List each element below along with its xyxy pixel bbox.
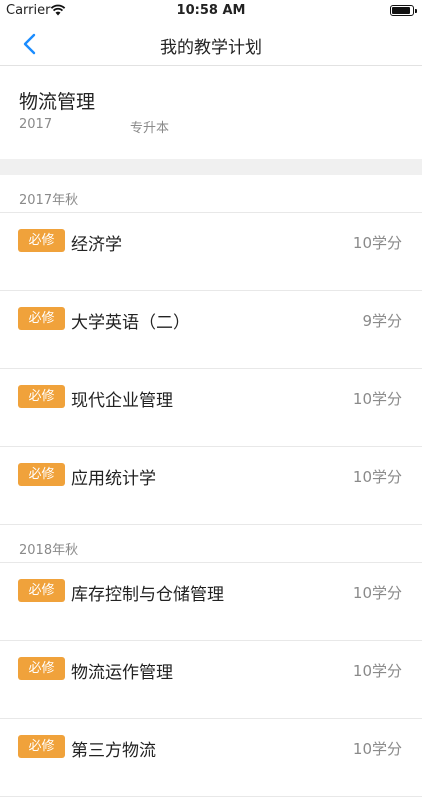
required-badge: 必修: [18, 657, 65, 680]
navigation-bar: 我的教学计划: [0, 22, 422, 66]
course-list: 2017年秋 必修 经济学 10学分 必修 大学英语（二） 9学分 必修 现代企…: [0, 175, 422, 797]
required-badge: 必修: [18, 385, 65, 408]
status-bar: Carrier 10:58 AM: [0, 0, 422, 22]
course-name: 经济学: [71, 235, 122, 255]
required-badge: 必修: [18, 579, 65, 602]
course-credits: 9学分: [362, 312, 402, 330]
course-credits: 10学分: [352, 740, 402, 758]
clock: 10:58 AM: [176, 3, 246, 18]
course-name: 物流运作管理: [71, 663, 173, 683]
course-row[interactable]: 必修 物流运作管理 10学分: [0, 641, 422, 719]
course-name: 现代企业管理: [71, 391, 173, 411]
course-row[interactable]: 必修 大学英语（二） 9学分: [0, 291, 422, 369]
program-level: 专升本: [130, 121, 170, 136]
course-row[interactable]: 必修 应用统计学 10学分: [0, 447, 422, 525]
battery-icon: [390, 5, 417, 16]
course-credits: 10学分: [352, 390, 402, 408]
page-title: 我的教学计划: [160, 38, 262, 58]
program-name: 物流管理: [19, 91, 96, 113]
program-info: 物流管理 2017 专升本: [0, 66, 422, 159]
course-credits: 10学分: [352, 234, 402, 252]
battery-fill: [392, 7, 411, 14]
course-row[interactable]: 必修 第三方物流 10学分: [0, 719, 422, 797]
course-row[interactable]: 必修 经济学 10学分: [0, 213, 422, 291]
course-row[interactable]: 必修 现代企业管理 10学分: [0, 369, 422, 447]
program-year: 2017: [19, 117, 53, 132]
course-row[interactable]: 必修 库存控制与仓储管理 10学分: [0, 563, 422, 641]
required-badge: 必修: [18, 735, 65, 758]
course-name: 第三方物流: [71, 741, 156, 761]
course-name: 大学英语（二）: [71, 313, 190, 333]
course-credits: 10学分: [352, 584, 402, 602]
semester-header: 2018年秋: [0, 525, 422, 563]
course-credits: 10学分: [352, 468, 402, 486]
course-credits: 10学分: [352, 662, 402, 680]
required-badge: 必修: [18, 463, 65, 486]
semester-header: 2017年秋: [0, 175, 422, 213]
section-divider: [0, 159, 422, 175]
required-badge: 必修: [18, 307, 65, 330]
required-badge: 必修: [18, 229, 65, 252]
course-name: 库存控制与仓储管理: [71, 585, 224, 605]
course-name: 应用统计学: [71, 469, 156, 489]
